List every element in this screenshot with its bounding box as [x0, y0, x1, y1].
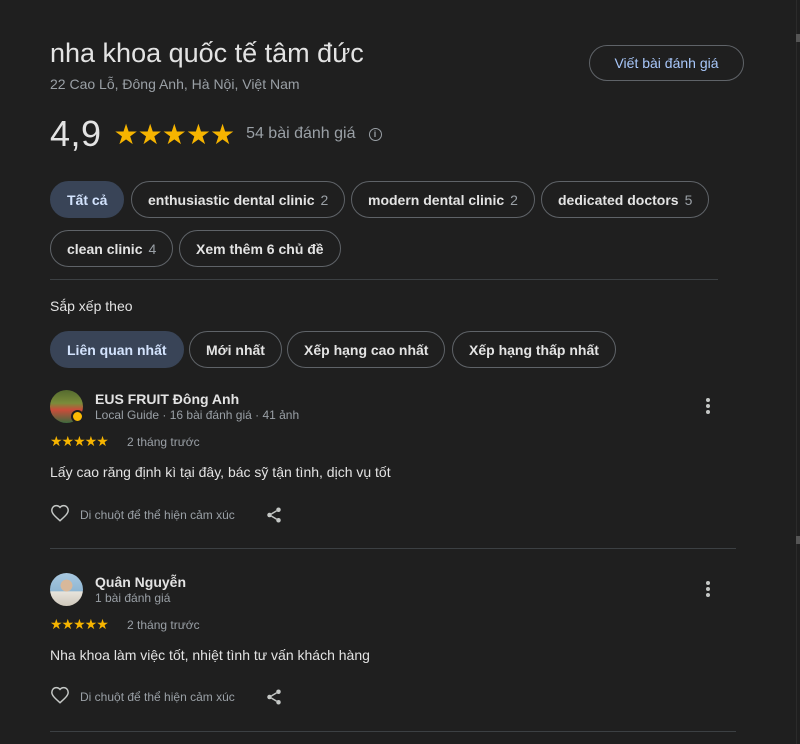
divider — [50, 731, 736, 732]
topic-chip-dedicated-doctors[interactable]: dedicated doctors 5 — [541, 181, 710, 218]
reviewer-name[interactable]: EUS FRUIT Đông Anh — [95, 391, 239, 407]
topic-chip-label: dedicated doctors — [558, 191, 679, 208]
sort-option-label: Xếp hạng cao nhất — [304, 341, 429, 358]
topic-chip-enthusiastic-dental-clinic[interactable]: enthusiastic dental clinic 2 — [131, 181, 346, 218]
rating-summary: 4,9 ★★★★★ 54 bài đánh giá i — [50, 112, 382, 156]
rating-value: 4,9 — [50, 113, 102, 154]
sort-option-label: Liên quan nhất — [67, 341, 167, 358]
topic-chip-clean-clinic[interactable]: clean clinic 4 — [50, 230, 174, 267]
review-time: 2 tháng trước — [127, 435, 200, 449]
review-stars: ★★★★★ — [50, 433, 109, 449]
show-more-topics-button[interactable]: Xem thêm 6 chủ đề — [179, 230, 341, 267]
topic-chip-count: 4 — [148, 240, 157, 257]
reaction-row: Di chuột để thể hiện cảm xúc — [50, 504, 283, 526]
reaction-row: Di chuột để thể hiện cảm xúc — [50, 686, 283, 708]
topic-chip-count: 2 — [320, 191, 329, 208]
sort-option-label: Mới nhất — [206, 341, 265, 358]
scrollbar-marker — [796, 536, 800, 544]
review-stars: ★★★★★ — [50, 616, 109, 632]
topic-chip-label: Xem thêm 6 chủ đề — [196, 240, 324, 257]
review-text: Nha khoa làm việc tốt, nhiệt tình tư vấn… — [50, 647, 370, 663]
sort-option-label: Xếp hạng thấp nhất — [469, 341, 599, 358]
sort-highest-rating[interactable]: Xếp hạng cao nhất — [287, 331, 446, 368]
heart-outline-icon[interactable] — [50, 504, 70, 527]
topic-chip-modern-dental-clinic[interactable]: modern dental clinic 2 — [351, 181, 535, 218]
topic-chip-label: modern dental clinic — [368, 191, 505, 208]
reaction-hint: Di chuột để thể hiện cảm xúc — [80, 508, 235, 522]
reviewer-meta: Local Guide · 16 bài đánh giá · 41 ảnh — [95, 408, 300, 422]
more-vert-icon[interactable] — [700, 579, 716, 599]
local-guide-badge-icon — [71, 410, 84, 423]
topic-chip-count: 2 — [510, 191, 518, 208]
share-icon[interactable] — [265, 688, 283, 706]
sort-lowest-rating[interactable]: Xếp hạng thấp nhất — [452, 331, 616, 368]
review-count: 54 bài đánh giá — [246, 125, 356, 142]
scrollbar-marker — [796, 34, 800, 42]
topic-chip-count: 5 — [684, 191, 693, 208]
write-review-button[interactable]: Viết bài đánh giá — [589, 45, 744, 81]
review-text: Lấy cao răng định kì tại đây, bác sỹ tận… — [50, 464, 391, 480]
divider — [50, 279, 718, 280]
review-time: 2 tháng trước — [127, 618, 200, 632]
topic-chip-label: Tất cả — [67, 191, 108, 208]
topic-chip-label: clean clinic — [67, 240, 143, 257]
avatar[interactable] — [50, 573, 83, 606]
more-vert-icon[interactable] — [700, 396, 716, 416]
share-icon[interactable] — [265, 506, 283, 524]
reaction-hint: Di chuột để thể hiện cảm xúc — [80, 690, 235, 704]
heart-outline-icon[interactable] — [50, 686, 70, 709]
sort-label: Sắp xếp theo — [50, 298, 133, 314]
place-title: nha khoa quốc tế tâm đức — [50, 38, 364, 68]
info-icon[interactable]: i — [368, 127, 382, 141]
reviewer-name[interactable]: Quân Nguyễn — [95, 574, 186, 590]
scrollbar-track[interactable] — [796, 0, 797, 744]
reviewer-meta: 1 bài đánh giá — [95, 591, 171, 605]
sort-most-relevant[interactable]: Liên quan nhất — [50, 331, 184, 368]
topic-chip-label: enthusiastic dental clinic — [148, 191, 315, 208]
sort-newest[interactable]: Mới nhất — [189, 331, 282, 368]
divider — [50, 548, 736, 549]
place-address: 22 Cao Lỗ, Đông Anh, Hà Nội, Việt Nam — [50, 76, 300, 92]
topic-chip-all[interactable]: Tất cả — [50, 181, 125, 218]
rating-stars: ★★★★★ — [113, 118, 236, 150]
